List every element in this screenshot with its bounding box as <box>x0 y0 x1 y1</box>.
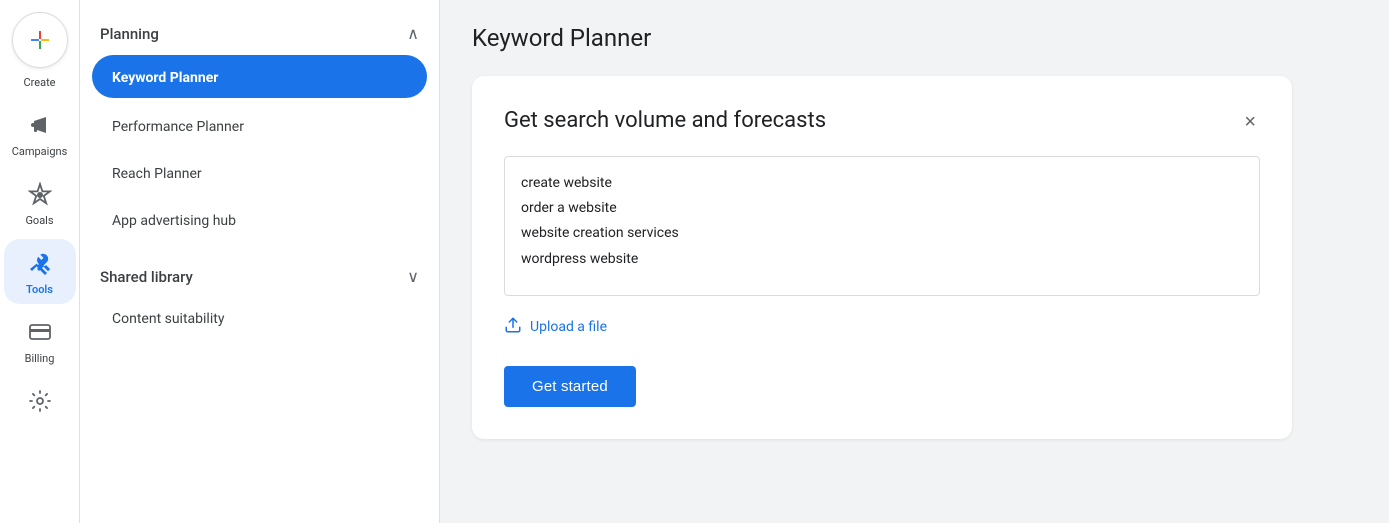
campaigns-label: Campaigns <box>12 145 68 158</box>
sidebar: Planning ∧ Keyword Planner Performance P… <box>80 0 440 523</box>
nav-settings[interactable] <box>4 377 76 429</box>
get-started-button[interactable]: Get started <box>504 366 636 407</box>
billing-icon <box>24 316 56 348</box>
create-button[interactable] <box>12 12 68 68</box>
content-suitability-label: Content suitability <box>112 311 224 327</box>
upload-icon <box>504 316 522 338</box>
card-header: Get search volume and forecasts × <box>504 108 1260 136</box>
performance-planner-label: Performance Planner <box>112 119 244 135</box>
main-content: Keyword Planner Get search volume and fo… <box>440 0 1389 523</box>
reach-planner-label: Reach Planner <box>112 166 202 182</box>
app-advertising-hub-label: App advertising hub <box>112 213 236 229</box>
nav-tools[interactable]: Tools <box>4 239 76 304</box>
campaigns-icon <box>24 109 56 141</box>
planning-section-header[interactable]: Planning ∧ <box>80 16 439 51</box>
keyword-planner-label: Keyword Planner <box>112 70 218 86</box>
goals-icon <box>24 178 56 210</box>
goals-label: Goals <box>25 214 53 227</box>
shared-library-chevron: ∨ <box>407 267 419 286</box>
keywords-textarea[interactable]: create website order a website website c… <box>504 156 1260 296</box>
keyword-planner-item[interactable]: Keyword Planner <box>92 55 427 98</box>
upload-label: Upload a file <box>530 319 607 335</box>
nav-billing[interactable]: Billing <box>4 308 76 373</box>
app-advertising-hub-item[interactable]: App advertising hub <box>80 196 439 243</box>
page-title: Keyword Planner <box>472 24 1357 52</box>
shared-library-title: Shared library <box>100 268 193 286</box>
reach-planner-item[interactable]: Reach Planner <box>80 149 439 196</box>
create-label: Create <box>23 76 55 89</box>
plus-icon <box>28 28 52 52</box>
planning-title: Planning <box>100 25 159 43</box>
upload-file-link[interactable]: Upload a file <box>504 316 1260 338</box>
nav-goals[interactable]: Goals <box>4 170 76 235</box>
settings-icon <box>24 385 56 417</box>
shared-library-section-header[interactable]: Shared library ∨ <box>80 259 439 294</box>
planning-chevron: ∧ <box>407 24 419 43</box>
card-title: Get search volume and forecasts <box>504 108 826 133</box>
nav-campaigns[interactable]: Campaigns <box>4 101 76 166</box>
card: Get search volume and forecasts × create… <box>472 76 1292 439</box>
tools-icon <box>24 247 56 279</box>
content-suitability-item[interactable]: Content suitability <box>80 294 439 341</box>
performance-planner-item[interactable]: Performance Planner <box>80 102 439 149</box>
icon-nav: Create Campaigns Goals Tools <box>0 0 80 523</box>
close-button[interactable]: × <box>1240 108 1260 136</box>
billing-label: Billing <box>25 352 55 365</box>
tools-label: Tools <box>26 283 53 296</box>
